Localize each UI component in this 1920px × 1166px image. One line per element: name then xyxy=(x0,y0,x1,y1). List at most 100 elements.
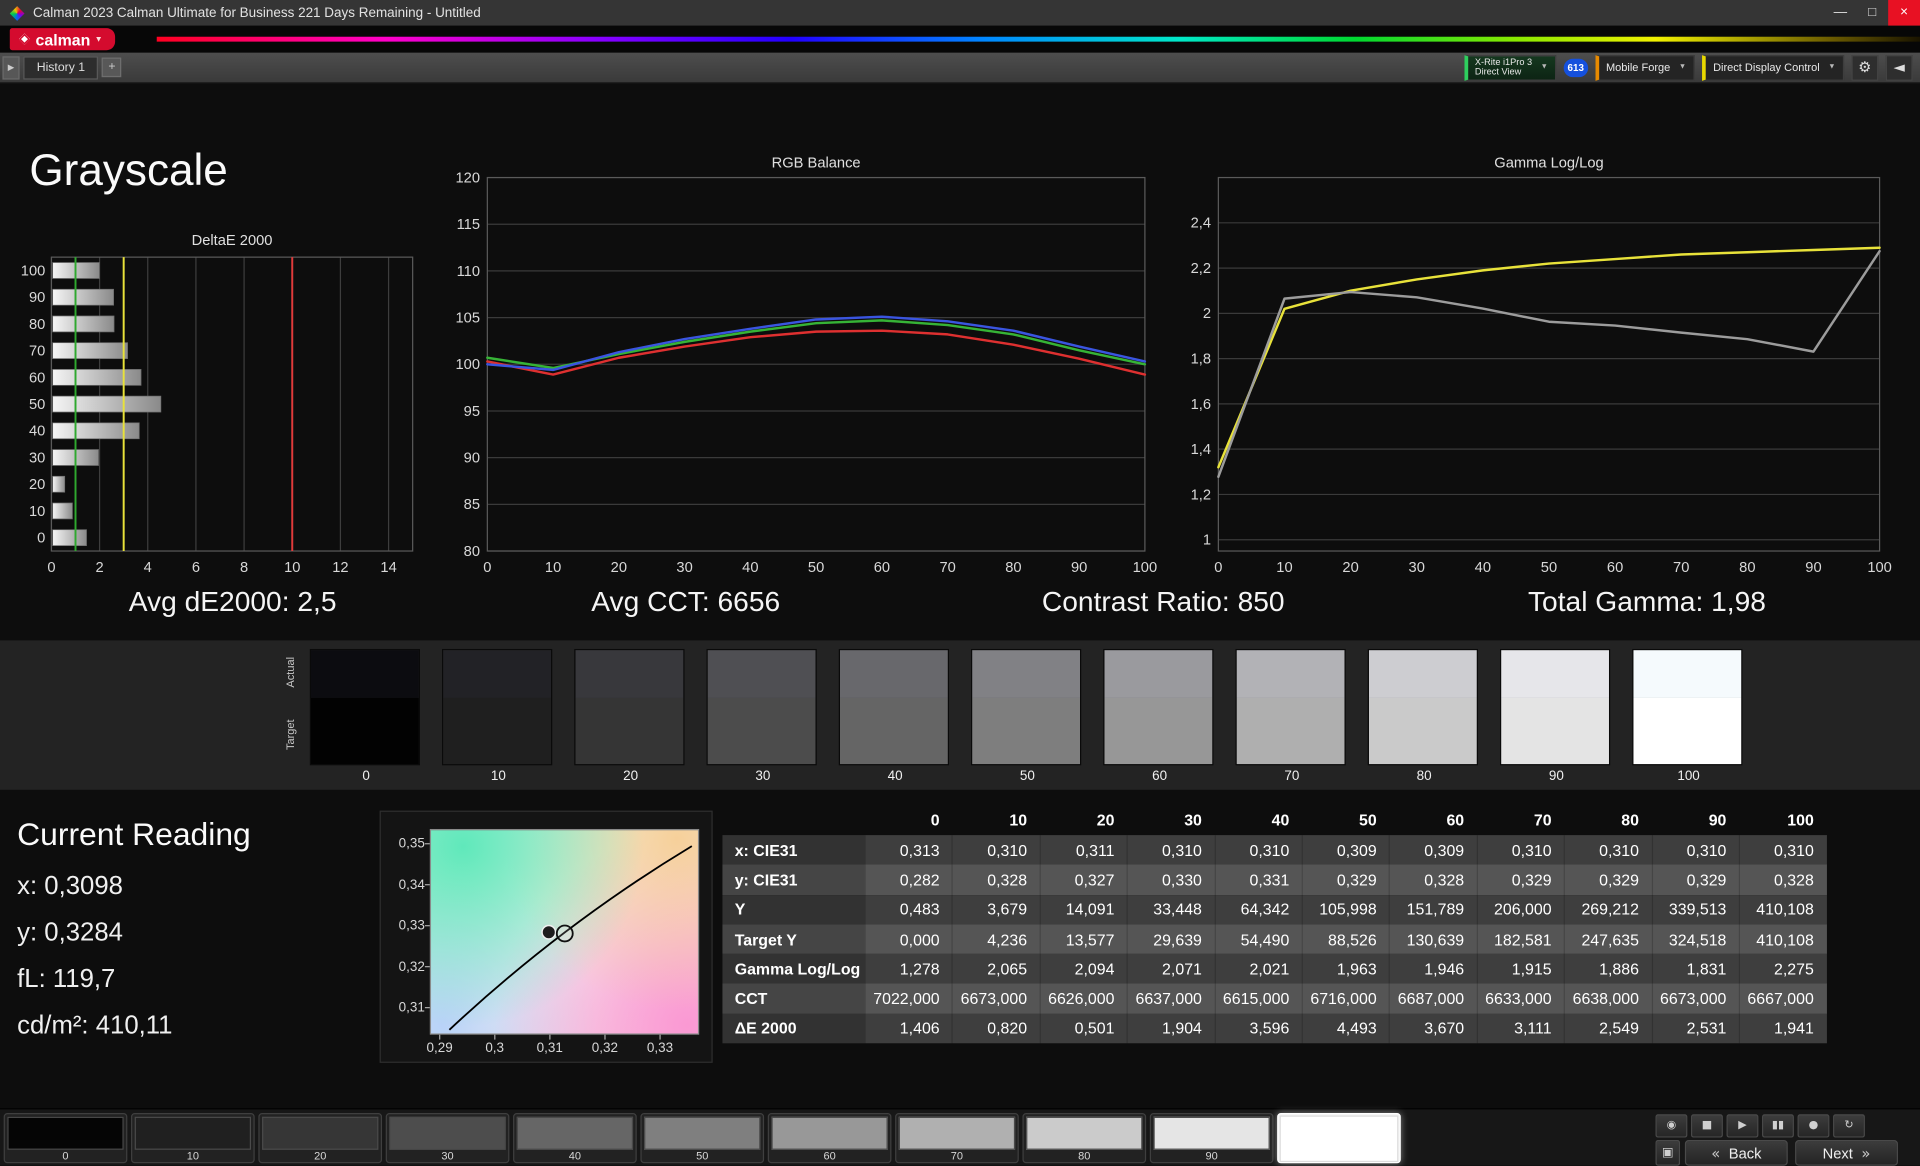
table-cell: 0,309 xyxy=(1388,835,1476,865)
swatch-actual xyxy=(1104,650,1213,699)
settings-gear-button[interactable]: ⚙ xyxy=(1851,54,1879,81)
pause-button[interactable]: ▮▮ xyxy=(1762,1114,1794,1138)
table-cell: 6667,000 xyxy=(1738,983,1826,1014)
table-cell: 0,327 xyxy=(1039,864,1126,895)
back-label: Back xyxy=(1728,1144,1762,1162)
table-cell: 1,406 xyxy=(864,1013,951,1044)
chart-text: RGB Balance xyxy=(772,156,861,172)
chart-text: 40 xyxy=(1475,560,1491,576)
meter-read-button[interactable]: ◉ xyxy=(1655,1114,1688,1138)
stop-button[interactable]: ■ xyxy=(1691,1114,1723,1138)
patch-label: 0 xyxy=(62,1149,69,1163)
table-cell: 151,789 xyxy=(1388,894,1476,925)
chart-text: 30 xyxy=(29,450,45,466)
table-cell: 2,094 xyxy=(1039,954,1126,984)
tab-history-1[interactable]: History 1 xyxy=(23,55,99,79)
patch-button-70[interactable]: 70 xyxy=(895,1113,1019,1164)
patch-button-0[interactable]: 0 xyxy=(3,1113,128,1164)
patch-button-10[interactable]: 10 xyxy=(131,1113,255,1164)
patch-button-90[interactable]: 90 xyxy=(1149,1113,1274,1164)
table-cell: 13,577 xyxy=(1039,924,1126,955)
swatch-label: 20 xyxy=(623,768,639,784)
back-button[interactable]: « Back xyxy=(1684,1140,1788,1166)
toolbar: ▶ History 1 + X-Rite i1Pro 3 Direct View… xyxy=(0,52,1920,84)
swatch-actual xyxy=(972,650,1081,699)
table-cell: 1,831 xyxy=(1651,954,1738,984)
swatch-actual xyxy=(1236,650,1345,699)
table-cell: 1,904 xyxy=(1126,1013,1214,1044)
patch-swatch xyxy=(7,1116,124,1150)
swatch-actual xyxy=(1501,650,1609,699)
minimize-button[interactable]: — xyxy=(1824,0,1856,26)
swatch-actual xyxy=(1368,650,1477,699)
table-cell: 6638,000 xyxy=(1563,983,1651,1014)
table-cell: 0,820 xyxy=(951,1013,1039,1044)
patch-swatch xyxy=(134,1116,252,1150)
next-label: Next xyxy=(1822,1144,1853,1162)
table-cell: 0,310 xyxy=(1476,835,1563,865)
chart-shape xyxy=(52,502,73,520)
table-row-label: x: CIE31 xyxy=(722,835,865,865)
swatch-label: 0 xyxy=(362,768,370,784)
next-button[interactable]: Next » xyxy=(1795,1140,1898,1166)
panel-collapse-button[interactable]: ◄ xyxy=(1885,54,1913,81)
patch-button-60[interactable]: 60 xyxy=(767,1113,892,1164)
grayscale-swatch-70: 70 xyxy=(1235,648,1346,784)
patch-button-80[interactable]: 80 xyxy=(1022,1113,1147,1164)
meter-select-button[interactable]: X-Rite i1Pro 3 Direct View ▼ xyxy=(1463,54,1557,81)
refresh-button[interactable]: ↻ xyxy=(1833,1114,1865,1138)
patch-label: 30 xyxy=(441,1149,454,1163)
table-cell: 0,329 xyxy=(1651,864,1738,895)
window-controls: — □ × xyxy=(1824,0,1920,26)
chart-text: 0 xyxy=(47,560,55,576)
stop-all-button[interactable]: ▣ xyxy=(1655,1140,1681,1166)
table-cell: 33,448 xyxy=(1126,894,1214,925)
chart-text: 1,8 xyxy=(1191,352,1211,368)
close-button[interactable]: × xyxy=(1888,0,1920,26)
page-title: Grayscale xyxy=(29,144,228,195)
table-cell: 1,963 xyxy=(1301,954,1389,984)
stat-contrast-ratio: Contrast Ratio: 850 xyxy=(1041,585,1285,618)
chart-text: 100 xyxy=(455,357,480,373)
patch-button-50[interactable]: 50 xyxy=(640,1113,765,1164)
patch-button-20[interactable]: 20 xyxy=(258,1113,383,1164)
patch-swatch xyxy=(771,1116,888,1150)
patch-swatch xyxy=(1026,1116,1143,1150)
table-cell: 206,000 xyxy=(1476,894,1563,925)
table-cell: 6687,000 xyxy=(1388,983,1476,1014)
history-panel-toggle-button[interactable]: ▶ xyxy=(2,55,20,79)
table-header-cell: 30 xyxy=(1184,810,1202,829)
play-button[interactable]: ▶ xyxy=(1726,1114,1759,1138)
source-select-button[interactable]: Mobile Forge ▼ xyxy=(1594,54,1695,81)
chart-text: 90 xyxy=(1805,560,1821,576)
gamma-series-target xyxy=(1217,246,1881,469)
table-cell: 64,342 xyxy=(1214,894,1301,925)
patch-button-40[interactable]: 40 xyxy=(513,1113,637,1164)
maximize-button[interactable]: □ xyxy=(1856,0,1888,26)
patch-label: 60 xyxy=(823,1149,836,1163)
record-button[interactable]: ● xyxy=(1797,1114,1830,1138)
chart-text: 95 xyxy=(464,404,480,420)
table-row-label: ΔE 2000 xyxy=(722,1013,865,1044)
reading-y: y: 0,3284 xyxy=(17,918,123,947)
chart-shape xyxy=(52,529,87,546)
table-row-label: CCT xyxy=(722,983,865,1014)
table-cell: 0,328 xyxy=(951,864,1039,895)
swatch-actual xyxy=(840,650,948,699)
table-cell: 0,310 xyxy=(1563,835,1651,865)
add-page-button[interactable]: + xyxy=(102,57,122,78)
toolbar-right: X-Rite i1Pro 3 Direct View ▼ 613 Mobile … xyxy=(1463,54,1913,81)
cie-x-tick-label: 0,3 xyxy=(485,1040,505,1056)
chart-text: 1,2 xyxy=(1191,487,1211,503)
patch-button-100[interactable]: 100 xyxy=(1277,1113,1401,1166)
chart-text: 85 xyxy=(464,497,480,513)
display-control-button[interactable]: Direct Display Control ▼ xyxy=(1702,54,1845,81)
chart-text: 8 xyxy=(240,560,248,576)
meter-mode: Direct View xyxy=(1474,66,1522,78)
table-cell: 29,639 xyxy=(1126,924,1214,955)
swatch-actual xyxy=(311,650,419,699)
patch-swatch xyxy=(389,1116,506,1150)
calman-logo-button[interactable]: calman ▾ xyxy=(9,28,116,51)
patch-button-30[interactable]: 30 xyxy=(385,1113,510,1164)
swatch-target xyxy=(311,698,419,765)
